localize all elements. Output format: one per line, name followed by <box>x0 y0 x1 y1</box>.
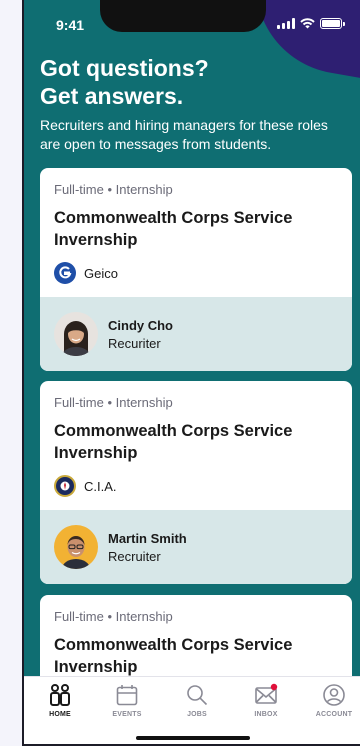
job-type: Full-time • Internship <box>54 395 173 410</box>
status-time: 9:41 <box>56 17 85 33</box>
device-notch <box>100 0 266 32</box>
company-row: C.I.A. <box>54 474 338 498</box>
job-title[interactable]: Commonwealth Corps Service Invernship <box>54 634 334 678</box>
home-indicator[interactable] <box>136 736 250 740</box>
job-card[interactable]: Full-time • Internship Commonwealth Corp… <box>40 381 352 584</box>
home-people-icon <box>50 684 70 706</box>
mail-icon <box>255 683 278 704</box>
recruiter-role: Recuriter <box>108 335 161 351</box>
battery-icon <box>320 18 345 29</box>
headline-line-1: Got questions? <box>40 55 209 81</box>
avatar <box>54 525 98 569</box>
search-icon <box>187 685 208 706</box>
tab-label: HOME <box>49 711 71 718</box>
signal-icon <box>277 18 295 29</box>
cia-seal-icon <box>54 475 76 497</box>
geico-logo-icon <box>54 262 76 284</box>
tab-label: JOBS <box>187 711 207 718</box>
recruiter-role: Recruiter <box>108 548 161 564</box>
job-type: Full-time • Internship <box>54 182 173 197</box>
tab-jobs[interactable]: JOBS <box>169 683 225 718</box>
recruiter-row[interactable]: Cindy Cho Recuriter <box>40 297 352 371</box>
company-row: Geico <box>54 261 338 285</box>
notification-badge <box>270 683 278 691</box>
recruiter-name: Cindy Cho <box>108 317 173 333</box>
headline-line-2: Get answers. <box>40 83 184 109</box>
company-name: Geico <box>84 265 118 281</box>
page-subtitle: Recruiters and hiring managers for these… <box>40 117 328 152</box>
tab-home[interactable]: HOME <box>32 683 88 718</box>
tab-account[interactable]: ACCOUNT <box>306 683 360 718</box>
company-name: C.I.A. <box>84 478 117 494</box>
tab-inbox[interactable]: INBOX <box>238 683 294 718</box>
recruiter-row[interactable]: Martin Smith Recruiter <box>40 510 352 584</box>
page-title: Got questions? Get answers. <box>40 54 340 110</box>
tab-label: EVENTS <box>112 711 142 718</box>
phone-screen: 9:41 Got questions? Get answers. Recruit… <box>22 0 360 746</box>
job-card[interactable]: Full-time • Internship Commonwealth Corp… <box>40 168 352 371</box>
tab-label: ACCOUNT <box>315 711 353 718</box>
avatar <box>54 312 98 356</box>
job-title[interactable]: Commonwealth Corps Service Invernship <box>54 207 334 251</box>
calendar-icon <box>116 685 138 706</box>
status-icons <box>277 18 345 29</box>
tab-label: INBOX <box>254 711 278 718</box>
account-icon <box>323 684 345 706</box>
job-title[interactable]: Commonwealth Corps Service Invernship <box>54 420 334 464</box>
tab-events[interactable]: EVENTS <box>99 683 155 718</box>
recruiter-name: Martin Smith <box>108 530 187 546</box>
wifi-icon <box>300 18 315 29</box>
job-type: Full-time • Internship <box>54 609 173 624</box>
